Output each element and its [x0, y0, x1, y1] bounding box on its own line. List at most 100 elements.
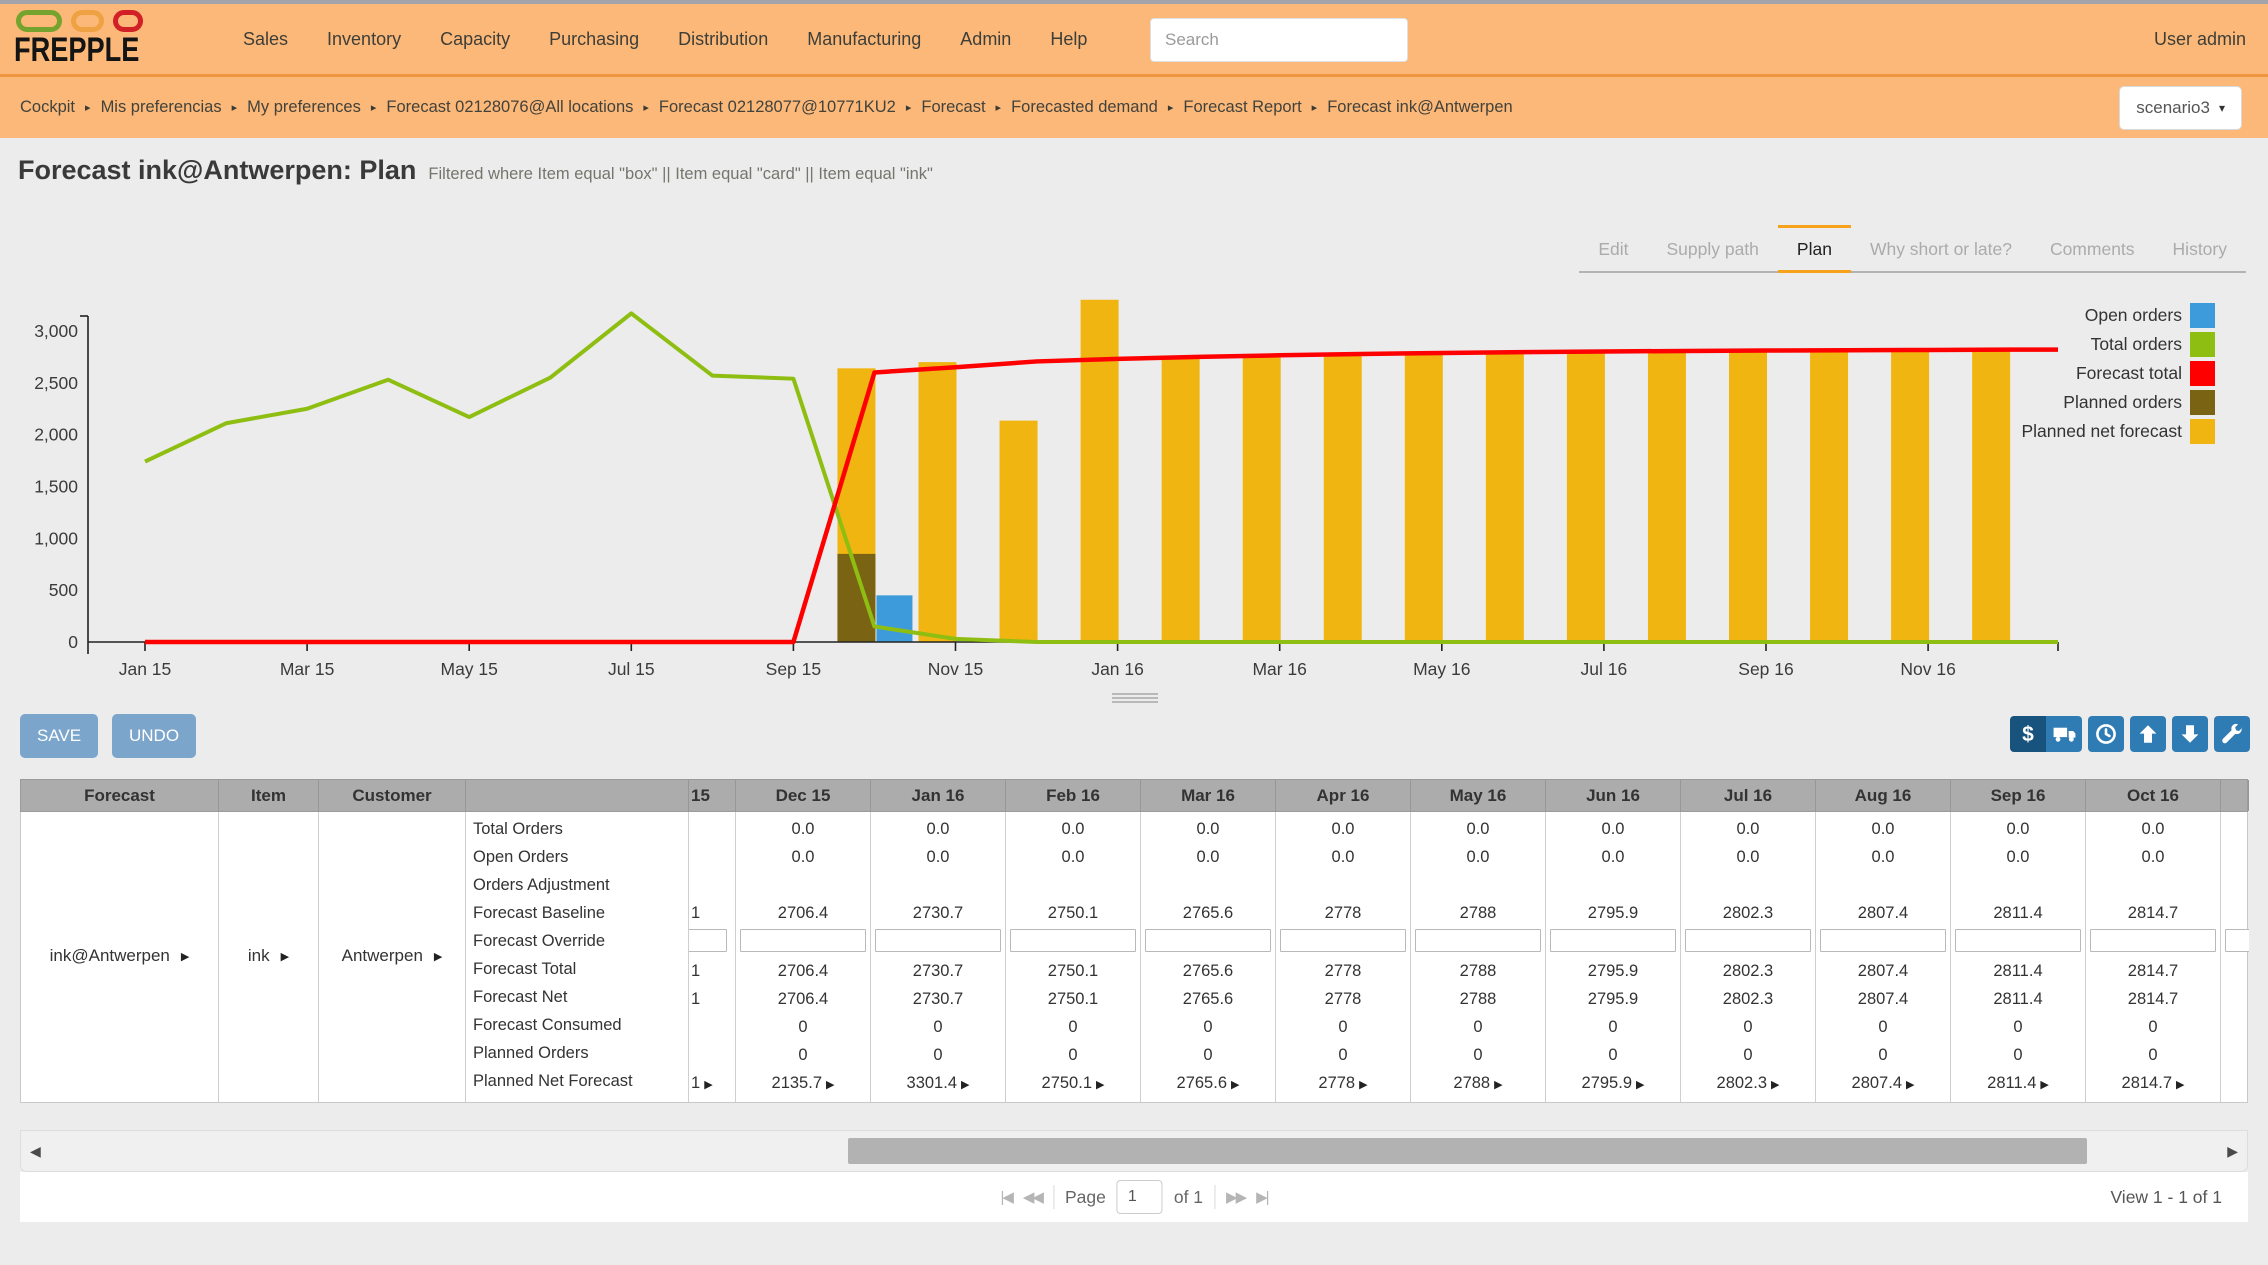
column-header-jun-16[interactable]: Jun 16: [1546, 780, 1681, 811]
cell-planned-net-forecast[interactable]: 2750.1▶: [1006, 1069, 1140, 1097]
frepple-logo[interactable]: FREPPLE: [14, 10, 171, 68]
nav-item-distribution[interactable]: Distribution: [678, 29, 768, 50]
column-header-15[interactable]: 15: [689, 780, 736, 811]
page-number-input[interactable]: [1117, 1180, 1163, 1214]
cell-open-orders: 0.0: [1681, 843, 1815, 871]
column-header-jan-16[interactable]: Jan 16: [871, 780, 1006, 811]
forecast-override-input[interactable]: [2225, 929, 2249, 952]
forecast-override-input[interactable]: [1280, 929, 1406, 952]
item-cell[interactable]: ink▶: [219, 812, 319, 1102]
last-page-button[interactable]: ▶|: [1256, 1188, 1267, 1206]
cell-planned-net-forecast[interactable]: 2765.6▶: [1141, 1069, 1275, 1097]
forecast-override-input[interactable]: [1550, 929, 1676, 952]
forecast-cell[interactable]: ink@Antwerpen▶: [21, 812, 219, 1102]
download-button[interactable]: [2172, 716, 2208, 752]
legend-swatch-icon: [2190, 332, 2215, 357]
forecast-override-input[interactable]: [1010, 929, 1136, 952]
x-tick-label: Jan 15: [119, 659, 172, 679]
nav-item-manufacturing[interactable]: Manufacturing: [807, 29, 921, 50]
cell-planned-net-forecast[interactable]: 2778▶: [1276, 1069, 1410, 1097]
scroll-right-icon[interactable]: ▶: [2227, 1131, 2238, 1171]
search-input[interactable]: [1150, 18, 1408, 62]
breadcrumb-item-forecasted-demand[interactable]: Forecasted demand: [1011, 98, 1158, 117]
breadcrumb-item-cockpit[interactable]: Cockpit: [20, 98, 75, 117]
breadcrumb-item-forecast-ink-antwerpen[interactable]: Forecast ink@Antwerpen: [1327, 98, 1513, 117]
forecast-override-input[interactable]: [1820, 929, 1946, 952]
forecast-override-input[interactable]: [875, 929, 1001, 952]
customer-cell[interactable]: Antwerpen▶: [319, 812, 466, 1102]
cell-planned-net-forecast[interactable]: 2795.9▶: [1546, 1069, 1680, 1097]
nav-item-help[interactable]: Help: [1050, 29, 1087, 50]
save-button[interactable]: SAVE: [20, 714, 98, 758]
forecast-override-input[interactable]: [1415, 929, 1541, 952]
drill-down-icon: ▶: [1096, 1079, 1104, 1091]
nav-menu: Sales Inventory Capacity Purchasing Distribu…: [243, 4, 1087, 74]
cell-planned-net-forecast[interactable]: 3301.4▶: [871, 1069, 1005, 1097]
upload-button[interactable]: [2130, 716, 2166, 752]
undo-button[interactable]: UNDO: [112, 714, 196, 758]
forecast-override-input[interactable]: [1145, 929, 1271, 952]
breadcrumb-item-forecast-02128076-all-locations[interactable]: Forecast 02128076@All locations: [386, 98, 633, 117]
cell-orders-adjustment: [1411, 871, 1545, 899]
cell-planned-net-forecast[interactable]: 2811.4▶: [1951, 1069, 2085, 1097]
breadcrumb-item-forecast-report[interactable]: Forecast Report: [1183, 98, 1301, 117]
column-header-customer[interactable]: Customer: [319, 780, 466, 811]
nav-item-purchasing[interactable]: Purchasing: [549, 29, 639, 50]
column-header-feb-16[interactable]: Feb 16: [1006, 780, 1141, 811]
column-header-dec-15[interactable]: Dec 15: [736, 780, 871, 811]
grid-horizontal-scrollbar[interactable]: ◀ ▶: [20, 1130, 2248, 1172]
cell-forecast-net: 2807.4: [1816, 985, 1950, 1013]
breadcrumb-item-my-preferences[interactable]: My preferences: [247, 98, 361, 117]
column-header-sep-16[interactable]: Sep 16: [1951, 780, 2086, 811]
scrollbar-thumb[interactable]: [848, 1138, 2087, 1164]
cell-planned-net-forecast[interactable]: 2788▶: [1411, 1069, 1545, 1097]
history-horizon-button[interactable]: [2088, 716, 2124, 752]
column-header-apr-16[interactable]: Apr 16: [1276, 780, 1411, 811]
column-header-blank[interactable]: [466, 780, 689, 811]
prev-page-button[interactable]: ◀◀: [1023, 1188, 1042, 1206]
cell-partial: [689, 1013, 735, 1041]
user-menu[interactable]: User admin: [2154, 4, 2246, 74]
breadcrumb-item-forecast[interactable]: Forecast: [921, 98, 985, 117]
column-header-blank[interactable]: [2221, 780, 2249, 811]
column-header-aug-16[interactable]: Aug 16: [1816, 780, 1951, 811]
scroll-left-icon[interactable]: ◀: [30, 1131, 41, 1171]
column-header-mar-16[interactable]: Mar 16: [1141, 780, 1276, 811]
breadcrumb-item-mis-preferencias[interactable]: Mis preferencias: [101, 98, 222, 117]
first-page-button[interactable]: |◀: [1000, 1188, 1011, 1206]
forecast-override-input[interactable]: [2090, 929, 2216, 952]
cell-planned-net-forecast[interactable]: 2807.4▶: [1816, 1069, 1950, 1097]
x-tick-label: Sep 16: [1738, 659, 1793, 679]
nav-item-sales[interactable]: Sales: [243, 29, 288, 50]
cell-planned-net-forecast[interactable]: 2135.7▶: [736, 1069, 870, 1097]
column-header-forecast[interactable]: Forecast: [21, 780, 219, 811]
legend-swatch-icon: [2190, 303, 2215, 328]
column-header-oct-16[interactable]: Oct 16: [2086, 780, 2221, 811]
column-header-item[interactable]: Item: [219, 780, 319, 811]
forecast-override-input[interactable]: [740, 929, 866, 952]
quantity-view-button[interactable]: [2046, 716, 2082, 752]
cell-partial: [2221, 1013, 2249, 1041]
cell-planned-net-forecast[interactable]: 2802.3▶: [1681, 1069, 1815, 1097]
breadcrumb-item-forecast-02128077-10771ku2[interactable]: Forecast 02128077@10771KU2: [659, 98, 896, 117]
settings-button[interactable]: [2214, 716, 2250, 752]
scenario-selector[interactable]: scenario3 ▾: [2119, 86, 2242, 130]
next-page-button[interactable]: ▶▶: [1226, 1188, 1245, 1206]
forecast-chart: 05001,0001,5002,0002,5003,000Jan 15Mar 1…: [0, 260, 2268, 700]
drill-down-icon: ▶: [826, 1079, 834, 1091]
drill-down-icon[interactable]: ▶: [704, 1079, 712, 1091]
nav-item-admin[interactable]: Admin: [960, 29, 1011, 50]
cell-open-orders: 0.0: [1141, 843, 1275, 871]
nav-item-inventory[interactable]: Inventory: [327, 29, 401, 50]
forecast-override-input[interactable]: [689, 929, 727, 952]
forecast-override-input[interactable]: [1685, 929, 1811, 952]
cell-planned-orders: 0: [1006, 1041, 1140, 1069]
column-header-jul-16[interactable]: Jul 16: [1681, 780, 1816, 811]
currency-view-button[interactable]: $: [2010, 716, 2046, 752]
cell-planned-net-forecast[interactable]: 2814.7▶: [2086, 1069, 2220, 1097]
chart-resize-handle-icon[interactable]: [1112, 693, 1158, 703]
column-header-may-16[interactable]: May 16: [1411, 780, 1546, 811]
forecast-override-input[interactable]: [1955, 929, 2081, 952]
nav-item-capacity[interactable]: Capacity: [440, 29, 510, 50]
cell-partial: [689, 929, 735, 957]
